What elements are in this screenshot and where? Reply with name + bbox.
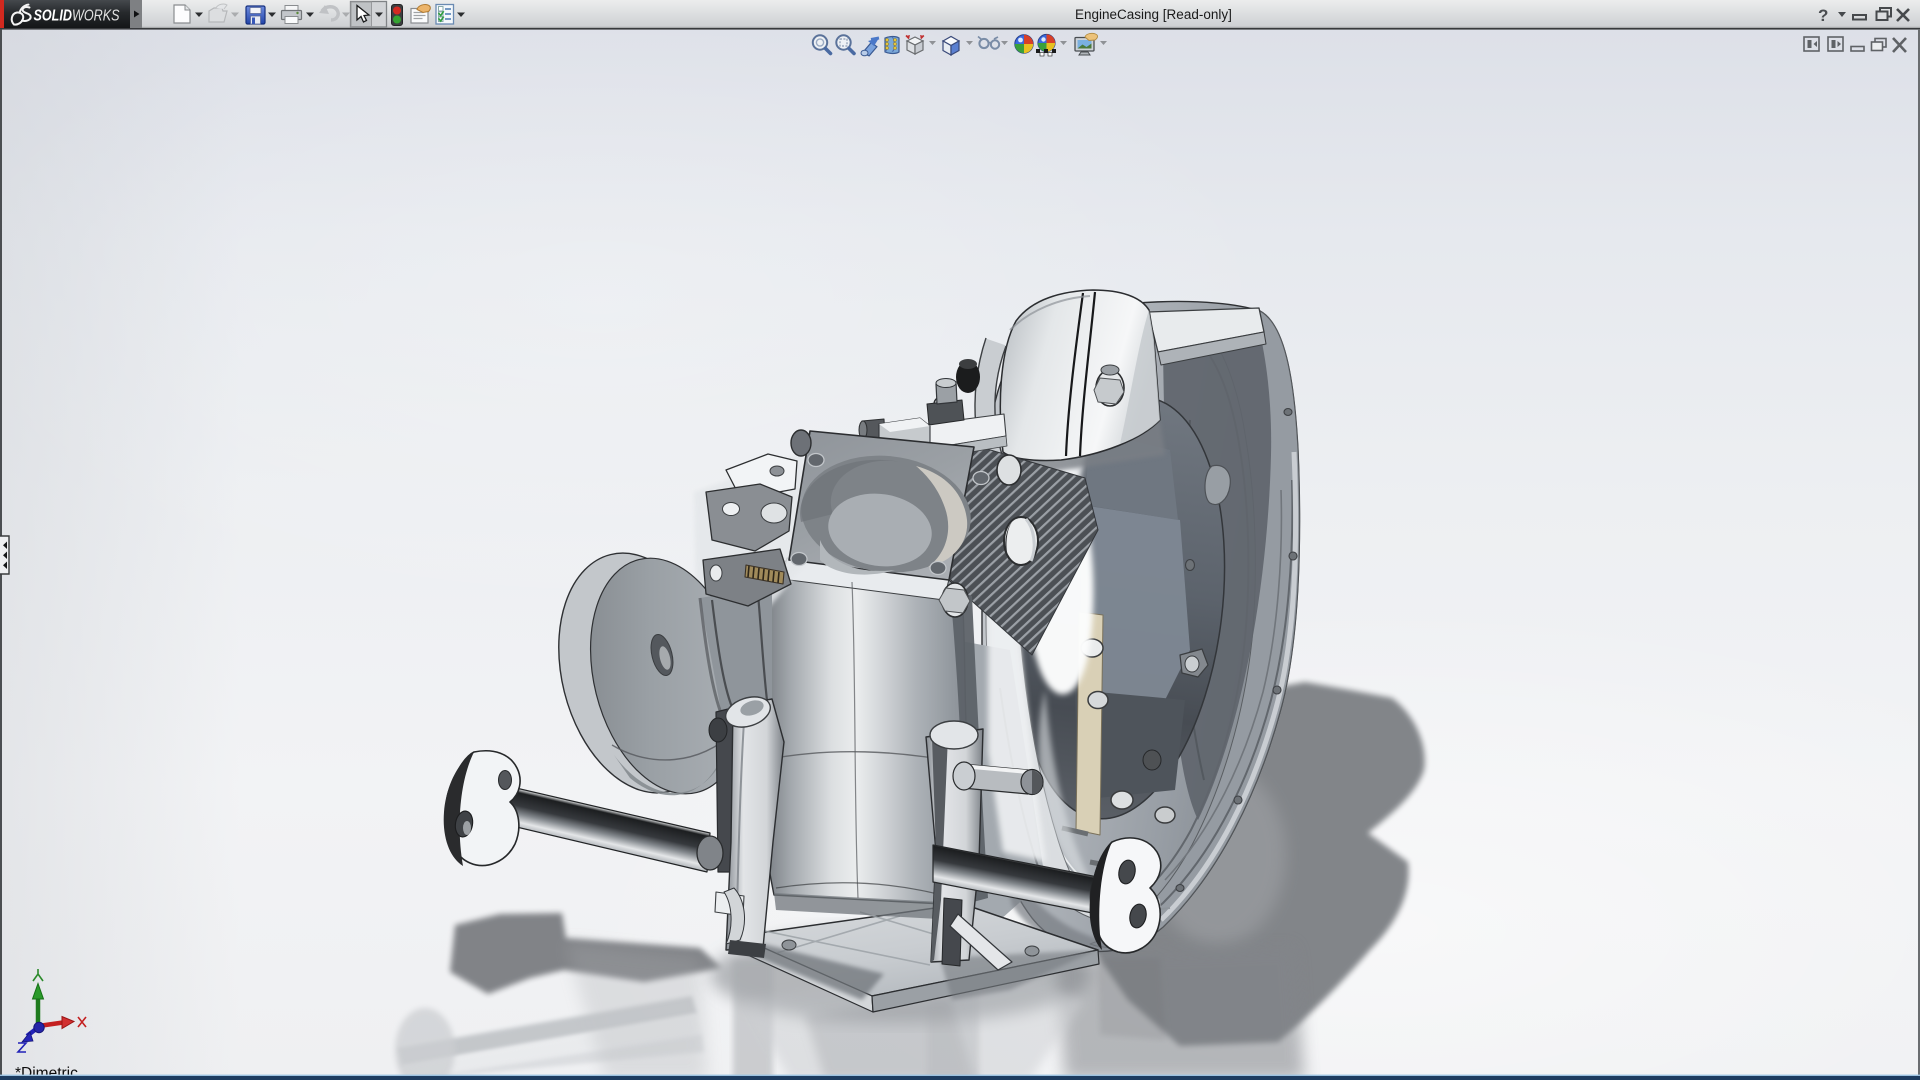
svg-text:EngineCasing [Read-only]: EngineCasing [Read-only] <box>1075 7 1232 22</box>
svg-text:SOLIDWORKS: SOLIDWORKS <box>34 8 120 25</box>
svg-text:?: ? <box>1818 6 1828 25</box>
